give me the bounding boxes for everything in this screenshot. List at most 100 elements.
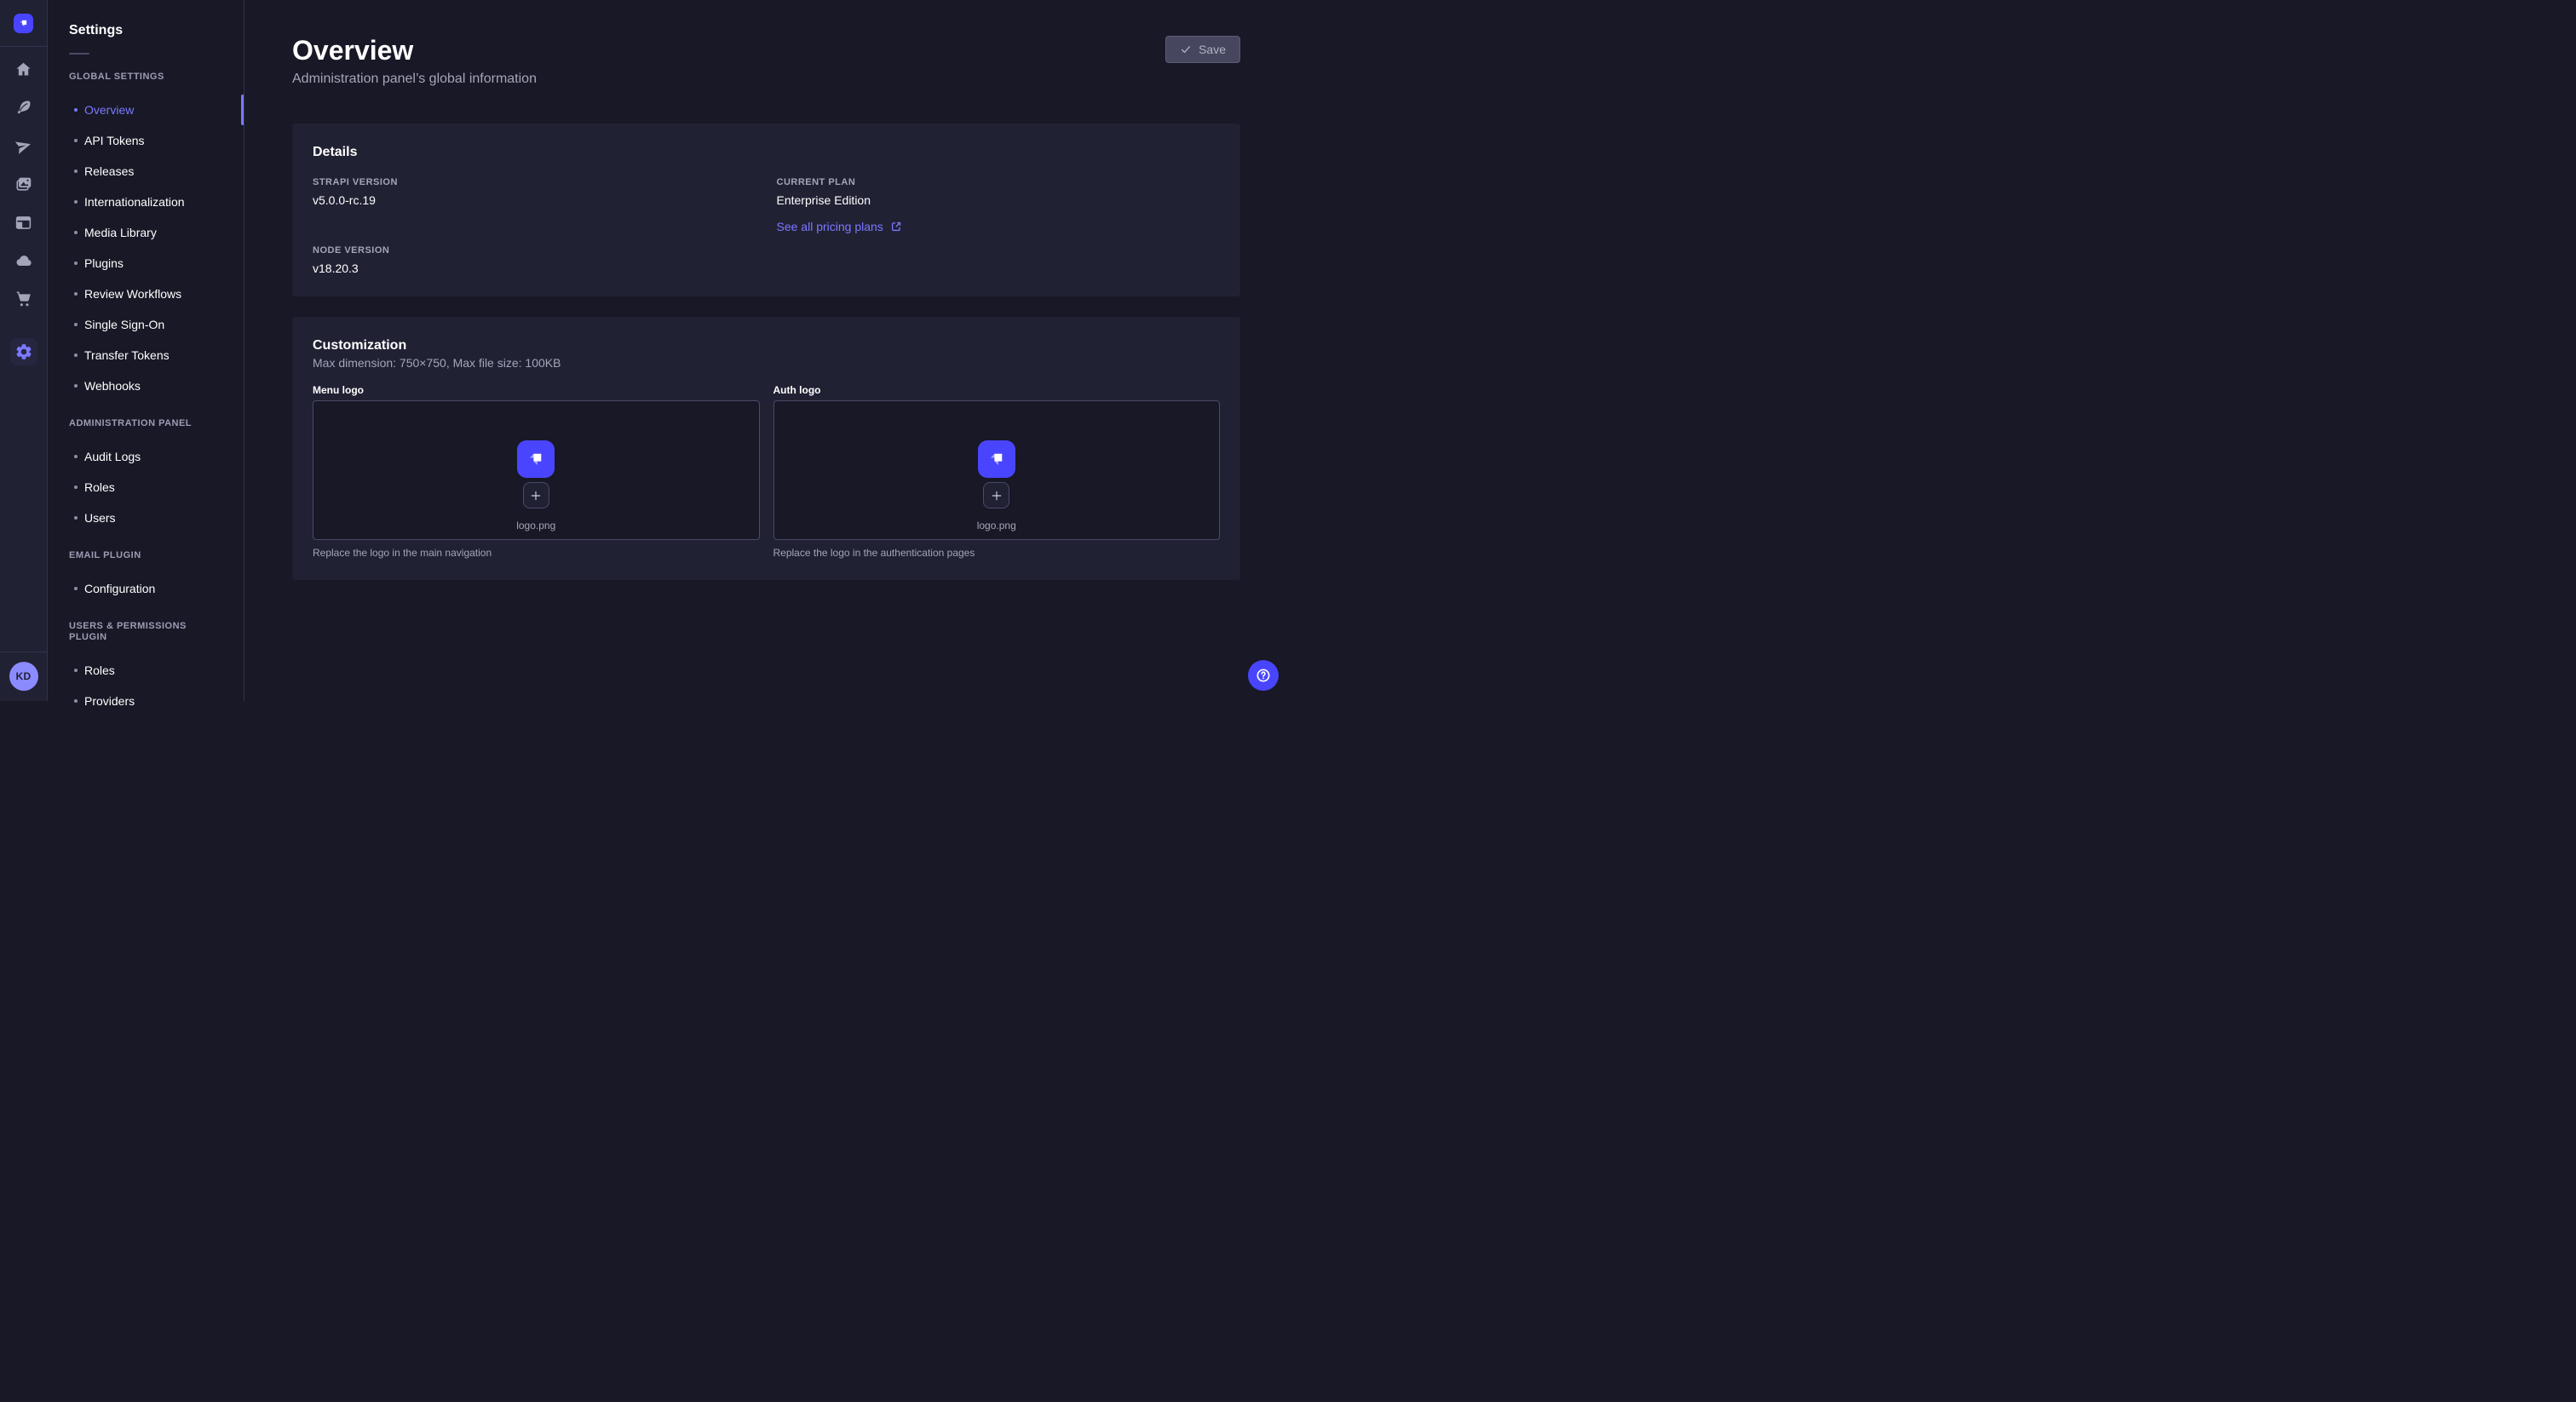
bullet-icon (74, 108, 78, 112)
pricing-plans-link-label: See all pricing plans (777, 220, 883, 233)
section-label-global-settings: GLOBAL SETTINGS (69, 72, 222, 83)
sidebar-item-admin-roles[interactable]: Roles (48, 472, 244, 503)
save-button[interactable]: Save (1165, 36, 1240, 63)
strapi-version-label: STRAPI VERSION (313, 177, 756, 188)
auth-logo-dropzone: logo.png (773, 400, 1221, 540)
section-label-users-permissions-plugin: USERS & PERMISSIONS PLUGIN (69, 621, 222, 643)
bullet-icon (74, 139, 78, 142)
bullet-icon (74, 587, 78, 590)
page-subtitle: Administration panel’s global informatio… (292, 71, 537, 88)
details-card: Details STRAPI VERSION v5.0.0-rc.19 NODE… (292, 124, 1240, 296)
bullet-icon (74, 353, 78, 357)
menu-logo-hint: Replace the logo in the main navigation (313, 547, 760, 560)
settings-gear-icon[interactable] (10, 338, 37, 365)
content-manager-icon[interactable] (14, 97, 34, 118)
customization-card-title: Customization (313, 337, 1220, 353)
sidebar-item-plugins[interactable]: Plugins (48, 248, 244, 279)
sidebar-item-admin-users[interactable]: Users (48, 503, 244, 533)
node-version-value: v18.20.3 (313, 261, 756, 276)
bullet-icon (74, 292, 78, 296)
strapi-logo-icon (17, 17, 30, 30)
check-icon (1180, 43, 1192, 55)
media-library-icon[interactable] (14, 174, 34, 194)
sidebar-item-up-roles[interactable]: Roles (48, 655, 244, 686)
bullet-icon (74, 200, 78, 204)
sidebar-item-media-library[interactable]: Media Library (48, 217, 244, 248)
user-avatar[interactable]: KD (9, 662, 38, 691)
rail-bottom: KD (0, 652, 47, 701)
bullet-icon (74, 699, 78, 703)
releases-icon[interactable] (14, 135, 34, 156)
nav-list-global-settings: Overview API Tokens Releases Internation… (48, 95, 244, 401)
auth-logo-preview (978, 440, 1015, 478)
subnav-title-rule (69, 53, 89, 55)
sidebar-item-api-tokens[interactable]: API Tokens (48, 125, 244, 156)
strapi-version-field: STRAPI VERSION v5.0.0-rc.19 (313, 177, 756, 208)
sidebar-item-single-sign-on[interactable]: Single Sign-On (48, 309, 244, 340)
sidebar-item-overview[interactable]: Overview (48, 95, 244, 125)
subnav-title: Settings (48, 0, 244, 38)
plus-icon (529, 489, 543, 503)
menu-logo-upload: Menu logo logo.png (313, 384, 760, 560)
logo-uploads: Menu logo logo.png (313, 384, 1220, 560)
settings-subnav: Settings GLOBAL SETTINGS Overview API To… (48, 0, 244, 701)
customization-card-subtitle: Max dimension: 750×750, Max file size: 1… (313, 356, 1220, 371)
strapi-logo-icon (986, 448, 1008, 470)
nav-list-administration-panel: Audit Logs Roles Users (48, 441, 244, 533)
sidebar-item-webhooks[interactable]: Webhooks (48, 371, 244, 401)
strapi-admin: KD Settings GLOBAL SETTINGS Overview API… (0, 0, 1288, 701)
auth-logo-filename: logo.png (977, 520, 1016, 532)
brand-area (0, 0, 47, 47)
page-header-text: Overview Administration panel’s global i… (292, 34, 537, 88)
sidebar-item-up-providers[interactable]: Providers (48, 686, 244, 716)
deploy-cloud-icon[interactable] (14, 250, 34, 271)
content-type-builder-icon[interactable] (14, 212, 34, 233)
nav-list-users-permissions-plugin: Roles Providers (48, 655, 244, 716)
bullet-icon (74, 323, 78, 326)
sidebar-item-releases[interactable]: Releases (48, 156, 244, 187)
bullet-icon (74, 231, 78, 234)
auth-logo-hint: Replace the logo in the authentication p… (773, 547, 1221, 560)
node-version-label: NODE VERSION (313, 245, 756, 256)
page-title: Overview (292, 34, 537, 66)
strapi-version-value: v5.0.0-rc.19 (313, 193, 756, 208)
page-header: Overview Administration panel’s global i… (292, 34, 1240, 88)
menu-logo-label: Menu logo (313, 384, 760, 397)
home-icon[interactable] (14, 59, 34, 79)
rail-icons (10, 47, 37, 365)
current-plan-value: Enterprise Edition (777, 193, 1221, 208)
auth-logo-upload: Auth logo logo.png (773, 384, 1221, 560)
section-label-email-plugin: EMAIL PLUGIN (69, 550, 222, 561)
menu-logo-dropzone: logo.png (313, 400, 760, 540)
pricing-plans-link[interactable]: See all pricing plans (777, 220, 902, 233)
bullet-icon (74, 669, 78, 672)
section-label-administration-panel: ADMINISTRATION PANEL (69, 418, 222, 429)
bullet-icon (74, 261, 78, 265)
save-button-label: Save (1199, 43, 1226, 56)
auth-logo-label: Auth logo (773, 384, 1221, 397)
sidebar-item-audit-logs[interactable]: Audit Logs (48, 441, 244, 472)
bullet-icon (74, 384, 78, 388)
menu-logo-filename: logo.png (516, 520, 555, 532)
question-mark-icon (1255, 667, 1272, 684)
current-plan-label: CURRENT PLAN (777, 177, 1221, 188)
details-grid: STRAPI VERSION v5.0.0-rc.19 NODE VERSION… (313, 177, 1220, 276)
sidebar-item-transfer-tokens[interactable]: Transfer Tokens (48, 340, 244, 371)
current-plan-field: CURRENT PLAN Enterprise Edition (777, 177, 1221, 208)
strapi-logo[interactable] (14, 14, 33, 33)
external-link-icon (890, 221, 902, 233)
marketplace-cart-icon[interactable] (14, 289, 34, 309)
sidebar-item-internationalization[interactable]: Internationalization (48, 187, 244, 217)
help-button[interactable] (1248, 660, 1279, 691)
bullet-icon (74, 455, 78, 458)
nav-list-email-plugin: Configuration (48, 573, 244, 604)
menu-logo-add-button[interactable] (523, 482, 549, 509)
strapi-logo-icon (525, 448, 547, 470)
bullet-icon (74, 516, 78, 520)
bullet-icon (74, 170, 78, 173)
details-left-column: STRAPI VERSION v5.0.0-rc.19 NODE VERSION… (313, 177, 756, 276)
sidebar-item-review-workflows[interactable]: Review Workflows (48, 279, 244, 309)
main-nav-rail: KD (0, 0, 48, 701)
sidebar-item-email-configuration[interactable]: Configuration (48, 573, 244, 604)
auth-logo-add-button[interactable] (983, 482, 1009, 509)
